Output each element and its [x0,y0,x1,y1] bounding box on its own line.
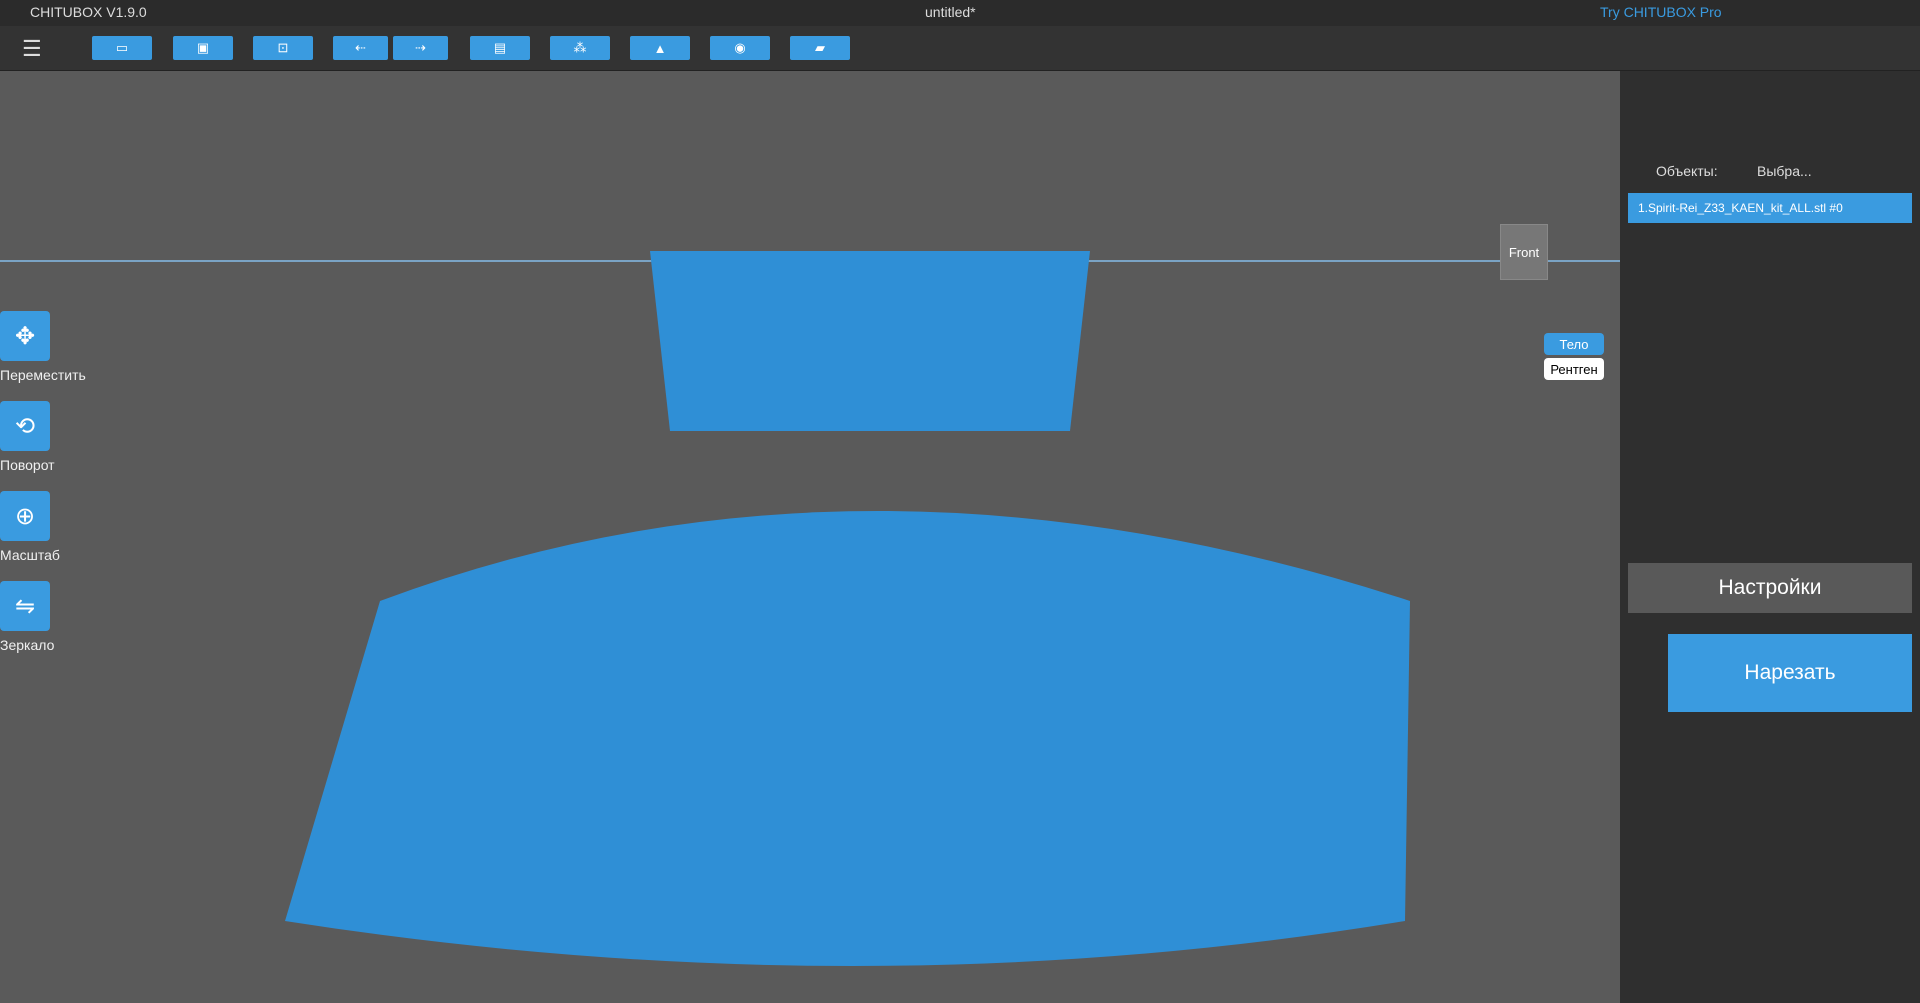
rotate-icon[interactable]: ⟲ [0,401,50,451]
import-button[interactable]: ⇠ [333,36,388,60]
plate-button[interactable]: ▰ [790,36,850,60]
document-title: untitled* [925,4,976,20]
settings-button[interactable]: Настройки [1628,563,1912,613]
rotate-label: Поворот [0,457,55,473]
mirror-icon[interactable]: ⇋ [0,581,50,631]
scale-label: Масштаб [0,547,60,563]
open-button[interactable]: ▭ [92,36,152,60]
view-cube-front[interactable]: Front [1500,224,1548,280]
arrange-button[interactable]: ⁂ [550,36,610,60]
xray-mode-tab[interactable]: Рентген [1544,358,1604,380]
export-button[interactable]: ⇢ [393,36,448,60]
title-bar: CHITUBOX V1.9.0 untitled* Try CHITUBOX P… [0,0,1920,26]
right-panel: Объекты: Выбра... 1.Spirit-Rei_Z33_KAEN_… [1620,71,1920,1003]
objects-label: Объекты: [1656,163,1718,179]
select-label: Выбра... [1757,163,1812,179]
move-icon[interactable]: ✥ [0,311,50,361]
body-mode-tab[interactable]: Тело [1544,333,1604,355]
hollow-button[interactable]: ◉ [710,36,770,60]
report-button[interactable]: ▤ [470,36,530,60]
save-button[interactable]: ▣ [173,36,233,60]
app-title: CHITUBOX V1.9.0 [30,4,147,20]
mirror-label: Зеркало [0,637,55,653]
object-list-item[interactable]: 1.Spirit-Rei_Z33_KAEN_kit_ALL.stl #0 [1628,193,1912,223]
move-label: Переместить [0,367,86,383]
layout-button[interactable]: ⊡ [253,36,313,60]
model-canvas [0,251,1620,966]
3d-viewport[interactable]: ✥ Переместить ⟲ Поворот ⊕ Масштаб ⇋ Зерк… [0,71,1620,1003]
try-pro-link[interactable]: Try CHITUBOX Pro [1600,4,1722,20]
toolbar: ☰ ▭ ▣ ⊡ ⇠ ⇢ ▤ ⁂ ▲ ◉ ▰ [0,26,1920,71]
slice-button[interactable]: Нарезать [1668,634,1912,712]
menu-icon[interactable]: ☰ [22,36,42,62]
support-button[interactable]: ▲ [630,36,690,60]
scale-icon[interactable]: ⊕ [0,491,50,541]
